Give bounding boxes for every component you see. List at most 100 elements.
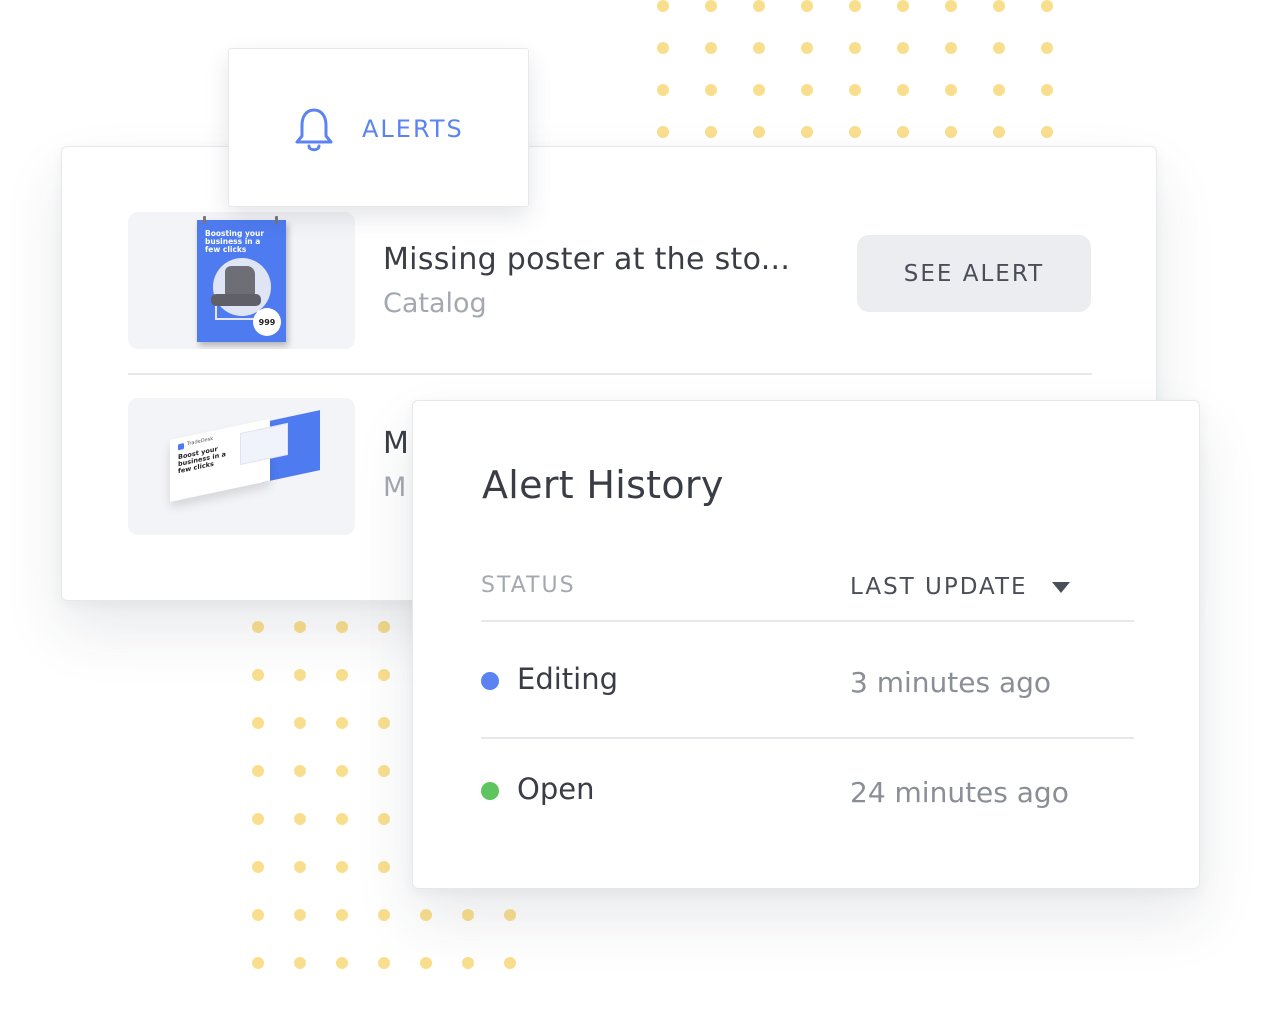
row-divider — [128, 373, 1092, 375]
decor-dot — [705, 126, 717, 138]
decor-dot — [945, 126, 957, 138]
decor-dot — [1041, 42, 1053, 54]
decor-dot — [801, 126, 813, 138]
poster-headline: Boosting your business in a few clicks — [205, 229, 265, 254]
decor-dot — [945, 84, 957, 96]
decor-dot — [336, 861, 348, 873]
decor-dot — [378, 765, 390, 777]
alert-category: M — [383, 472, 407, 503]
column-header-status: STATUS — [481, 573, 576, 598]
poster-clip-left — [203, 216, 206, 224]
decor-dot — [294, 669, 306, 681]
sort-caret-down-icon[interactable] — [1052, 582, 1070, 593]
decor-dot — [378, 957, 390, 969]
alert-category: Catalog — [383, 288, 487, 319]
decor-dot — [336, 813, 348, 825]
decor-dot — [705, 84, 717, 96]
decor-dot — [336, 957, 348, 969]
header-divider — [481, 620, 1134, 622]
decor-dot — [252, 669, 264, 681]
see-alert-button[interactable]: SEE ALERT — [857, 235, 1091, 312]
decor-dot — [252, 765, 264, 777]
alert-history-panel: Alert History STATUS LAST UPDATE Editing… — [412, 400, 1200, 889]
decor-dot — [849, 0, 861, 12]
tent-card-front: TradeDesk Boost your business in a few c… — [170, 418, 288, 502]
decor-dot — [849, 42, 861, 54]
status-label: Open — [517, 772, 595, 806]
decor-dot — [462, 909, 474, 921]
decor-dot — [897, 42, 909, 54]
dot-grid-top — [657, 0, 1053, 138]
decor-dot — [294, 813, 306, 825]
decor-dot — [897, 84, 909, 96]
decor-dot — [252, 957, 264, 969]
decor-dot — [378, 717, 390, 729]
decor-dot — [849, 84, 861, 96]
decor-dot — [993, 126, 1005, 138]
decor-dot — [252, 621, 264, 633]
poster-price-badge: 999 — [253, 308, 281, 336]
decor-dot — [294, 861, 306, 873]
decor-dot — [897, 0, 909, 12]
decor-dot — [993, 42, 1005, 54]
tent-card-thumbnail: TradeDesk Boost your business in a few c… — [128, 398, 355, 535]
brand-logo-icon — [178, 443, 184, 451]
decor-dot — [252, 861, 264, 873]
decor-dot — [336, 765, 348, 777]
decor-dot — [705, 42, 717, 54]
decor-dot — [1041, 126, 1053, 138]
alert-item-missing-poster[interactable]: Boosting your business in a few clicks 9… — [128, 212, 1092, 349]
decor-dot — [657, 84, 669, 96]
panel-title: Alert History — [482, 463, 724, 507]
decor-dot — [336, 669, 348, 681]
decor-dot — [378, 861, 390, 873]
decor-dot — [753, 126, 765, 138]
decor-dot — [294, 957, 306, 969]
decor-dot — [801, 42, 813, 54]
decor-dot — [378, 813, 390, 825]
decor-dot — [378, 909, 390, 921]
decor-dot — [1041, 84, 1053, 96]
decor-dot — [657, 126, 669, 138]
decor-dot — [378, 621, 390, 633]
decor-dot — [336, 909, 348, 921]
decor-dot — [294, 621, 306, 633]
decor-dot — [849, 126, 861, 138]
last-update-time: 24 minutes ago — [850, 776, 1069, 809]
decor-dot — [945, 42, 957, 54]
decor-dot — [753, 84, 765, 96]
decor-dot — [657, 42, 669, 54]
decor-dot — [336, 717, 348, 729]
decor-dot — [378, 669, 390, 681]
decor-dot — [294, 765, 306, 777]
decor-dot — [504, 909, 516, 921]
decor-dot — [504, 957, 516, 969]
alert-title: Missing poster at the sto... — [383, 242, 791, 277]
alerts-tab[interactable]: ALERTS — [228, 48, 529, 207]
bell-icon — [295, 108, 333, 152]
row-divider — [481, 737, 1134, 739]
decor-dot — [294, 909, 306, 921]
decor-dot — [801, 0, 813, 12]
decor-dot — [657, 0, 669, 12]
chair-seat — [211, 294, 261, 306]
decor-dot — [945, 0, 957, 12]
poster-clip-right — [275, 216, 278, 224]
decor-dot — [993, 84, 1005, 96]
decor-dot — [753, 42, 765, 54]
alert-title: M — [383, 426, 410, 461]
history-row: Open 24 minutes ago — [481, 762, 1134, 822]
decor-dot — [420, 957, 432, 969]
status-label: Editing — [517, 662, 619, 696]
tent-card-image: TradeDesk Boost your business in a few c… — [170, 408, 320, 502]
column-header-last-update[interactable]: LAST UPDATE — [850, 574, 1028, 600]
decor-dot — [252, 813, 264, 825]
decor-dot — [252, 909, 264, 921]
status-dot-editing — [481, 672, 499, 690]
decor-dot — [420, 909, 432, 921]
status-dot-open — [481, 782, 499, 800]
decor-dot — [993, 0, 1005, 12]
decor-dot — [336, 621, 348, 633]
decor-dot — [753, 0, 765, 12]
decor-dot — [1041, 0, 1053, 12]
